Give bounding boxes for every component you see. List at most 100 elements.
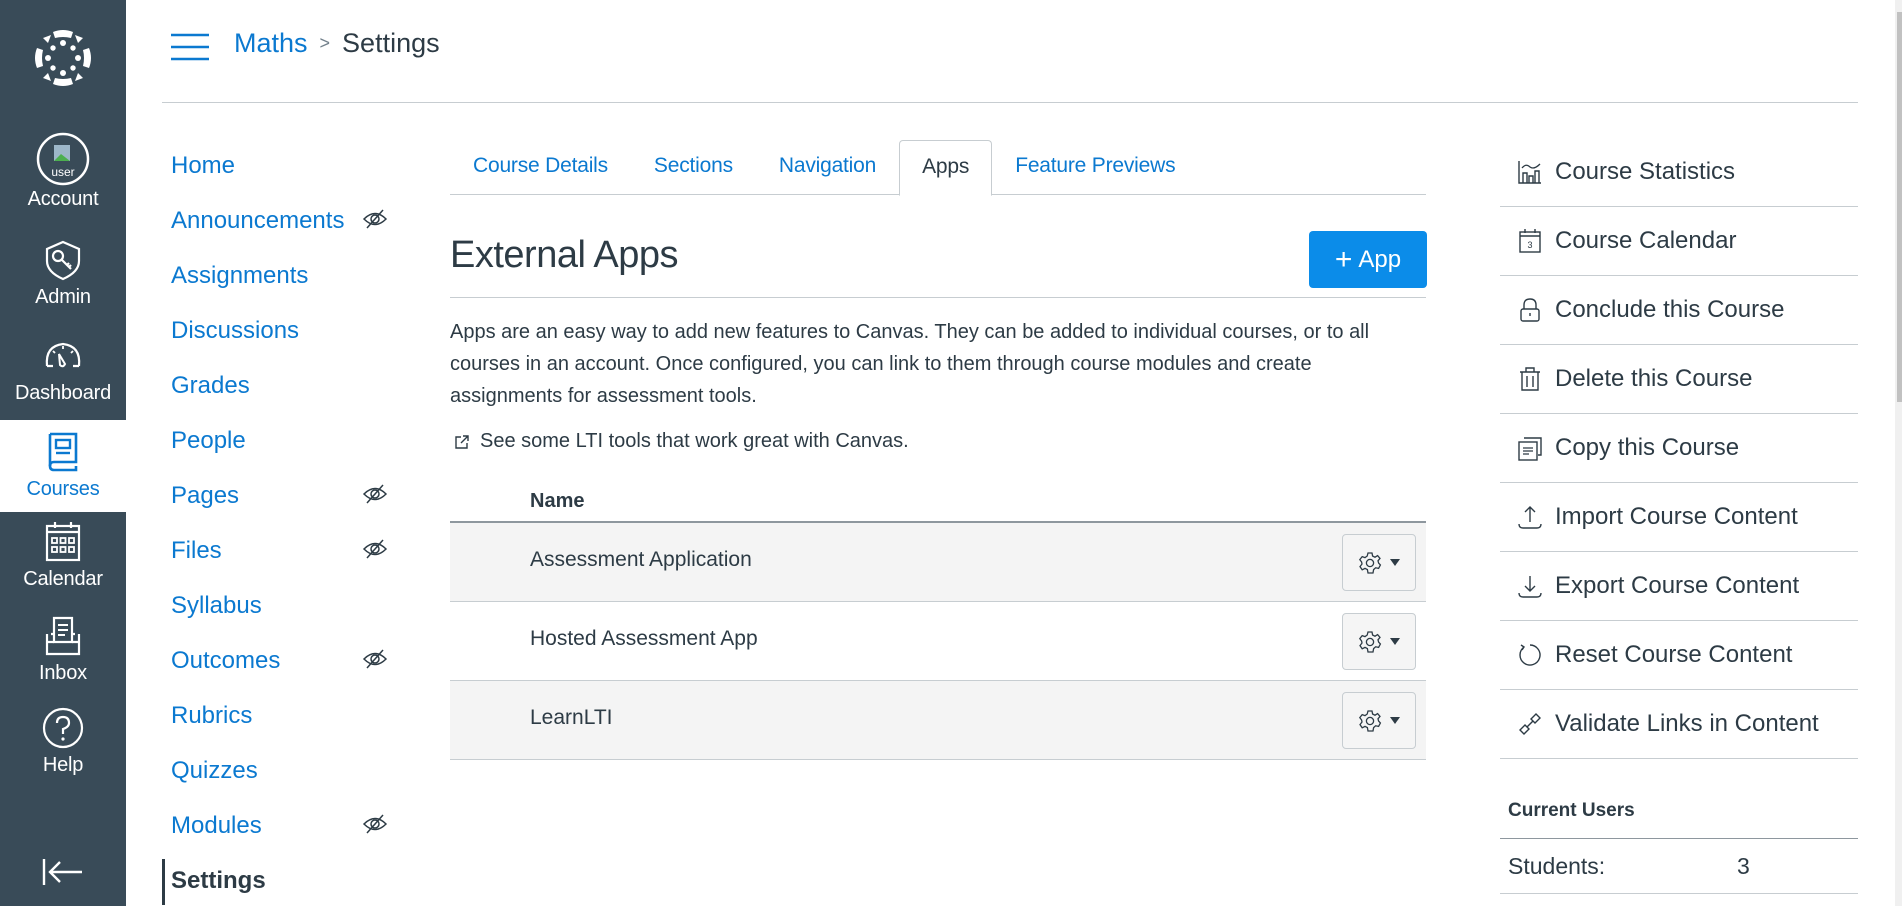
hamburger-menu-icon[interactable] [171,33,209,61]
sidebar-item-label: Export Course Content [1555,572,1800,599]
current-users-row: Students: 3 [1500,839,1858,894]
users-role-label: Students: [1508,853,1606,879]
global-nav-label: Admin [35,286,91,308]
delete-course-link[interactable]: Delete this Course [1500,345,1858,414]
app-settings-menu-button[interactable] [1342,534,1416,591]
course-navigation: Home Announcements Assignments Discussio… [162,138,412,906]
course-nav-syllabus[interactable]: Syllabus [162,578,412,633]
caret-down-icon [1390,638,1400,645]
import-course-content-link[interactable]: Import Course Content [1500,483,1858,552]
speedometer-icon [45,342,81,368]
breadcrumb-course-link[interactable]: Maths [234,28,308,59]
tab-apps[interactable]: Apps [899,140,993,196]
global-navigation: user Account Admin Dashboard Courses Cal… [0,0,126,906]
course-nav-outcomes[interactable]: Outcomes [162,633,412,688]
canvas-logo-icon[interactable] [31,26,95,90]
course-nav-label: Outcomes [171,646,281,674]
global-nav-label: Dashboard [14,382,112,404]
sidebar-item-label: Copy this Course [1555,434,1740,461]
sidebar-item-label: Course Statistics [1555,158,1736,185]
course-nav-label: Modules [171,811,262,839]
copy-course-link[interactable]: Copy this Course [1500,414,1858,483]
sidebar-item-label: Delete this Course [1555,365,1753,392]
external-apps-table: Name Assessment Application Hosted Asses… [450,483,1426,760]
external-link-icon [455,434,469,449]
svg-text:user: user [51,165,74,179]
course-nav-label: Files [171,536,222,564]
course-nav-modules[interactable]: Modules [162,798,412,853]
sidebar-item-label: Course Calendar [1555,227,1737,254]
tab-sections[interactable]: Sections [631,140,756,195]
tab-feature-previews[interactable]: Feature Previews [992,140,1198,195]
sidebar-item-label: Reset Course Content [1555,641,1793,668]
book-icon [48,432,78,472]
course-nav-label: Announcements [171,206,345,234]
course-nav-label: Home [171,151,236,179]
column-header-name[interactable]: Name [530,490,584,513]
caret-down-icon [1390,717,1400,724]
app-settings-menu-button[interactable] [1342,692,1416,749]
lti-tools-link[interactable]: See some LTI tools that work great with … [450,430,909,453]
upload-icon [1518,506,1542,529]
global-nav-courses[interactable]: Courses [0,420,126,512]
course-nav-pages[interactable]: Pages [162,468,412,523]
sidebar-item-label: Validate Links in Content [1555,710,1819,737]
eye-hidden-icon [362,814,388,834]
app-name: LearnLTI [530,706,613,729]
course-nav-label: People [171,426,246,454]
eye-hidden-icon [362,209,388,229]
eye-hidden-icon [362,539,388,559]
caret-down-icon [1390,559,1400,566]
course-nav-files[interactable]: Files [162,523,412,578]
breadcrumb-separator: > [319,33,331,53]
add-app-button[interactable]: + App [1309,231,1427,288]
add-app-label: App [1358,245,1402,273]
course-calendar-link[interactable]: 3 Course Calendar [1500,207,1858,276]
course-nav-people[interactable]: People [162,413,412,468]
global-nav-inbox[interactable]: Inbox [0,614,126,685]
course-nav-rubrics[interactable]: Rubrics [162,688,412,743]
plus-icon: + [1334,242,1353,276]
global-nav-calendar[interactable]: Calendar [0,520,126,591]
course-nav-announcements[interactable]: Announcements [162,193,412,248]
global-nav-help[interactable]: Help [0,706,126,777]
reset-course-content-link[interactable]: Reset Course Content [1500,621,1858,690]
course-settings-sidebar: Course Statistics 3 Course Calendar Conc… [1500,138,1858,759]
collapse-arrow-icon[interactable] [40,856,86,888]
download-icon [1518,576,1542,598]
settings-tabs: Course Details Sections Navigation Apps … [450,140,1426,196]
global-nav-account[interactable]: user Account [0,132,126,211]
course-nav-label: Rubrics [171,701,253,729]
global-nav-label: Calendar [23,568,103,590]
course-statistics-link[interactable]: Course Statistics [1500,138,1858,207]
course-nav-settings[interactable]: Settings [162,853,412,906]
breadcrumb-current: Settings [342,28,440,58]
tab-course-details[interactable]: Course Details [450,140,631,195]
link-icon [1519,713,1541,735]
course-nav-discussions[interactable]: Discussions [162,303,412,358]
global-nav-admin[interactable]: Admin [0,238,126,309]
course-nav-label: Syllabus [171,591,262,619]
app-name: Hosted Assessment App [530,627,758,650]
sidebar-item-label: Import Course Content [1555,503,1798,530]
apps-description: Apps are an easy way to add new features… [450,321,1370,407]
copy-icon [1518,437,1542,461]
breadcrumb: Maths > Settings [234,28,440,59]
statistics-icon [1518,161,1541,184]
app-name: Assessment Application [530,548,752,571]
course-nav-quizzes[interactable]: Quizzes [162,743,412,798]
app-settings-menu-button[interactable] [1342,613,1416,670]
conclude-course-link[interactable]: Conclude this Course [1500,276,1858,345]
course-nav-label: Settings [171,866,266,894]
global-nav-dashboard[interactable]: Dashboard [0,334,126,405]
tab-navigation[interactable]: Navigation [756,140,899,195]
course-nav-label: Assignments [171,261,309,289]
validate-links-link[interactable]: Validate Links in Content [1500,690,1858,759]
course-nav-grades[interactable]: Grades [162,358,412,413]
table-row: LearnLTI [450,681,1426,760]
course-nav-home[interactable]: Home [162,138,412,193]
course-nav-label: Discussions [171,316,300,344]
course-nav-assignments[interactable]: Assignments [162,248,412,303]
scrollbar-thumb[interactable] [1897,12,1902,402]
export-course-content-link[interactable]: Export Course Content [1500,552,1858,621]
